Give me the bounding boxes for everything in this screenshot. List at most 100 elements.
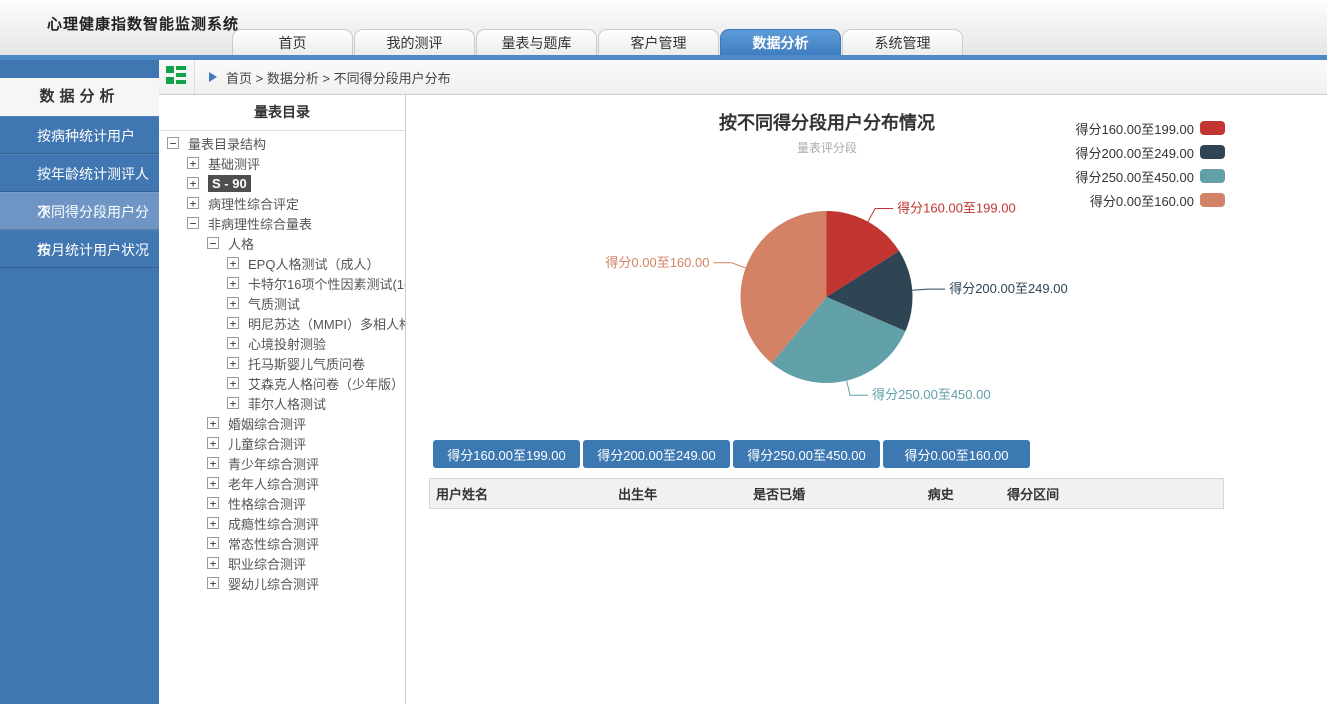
expander-plus-icon[interactable]: + <box>227 397 239 409</box>
nav-tab[interactable]: 首页 <box>232 29 353 55</box>
tree-node[interactable]: + EPQ人格测试（成人） <box>159 253 405 273</box>
legend-item[interactable]: 得分200.00至249.00 <box>1075 140 1225 164</box>
tree-node[interactable]: + 气质测试 <box>159 293 405 313</box>
table-header-row: 用户姓名出生年是否已婚病史得分区间 <box>430 479 1224 509</box>
nav-tab[interactable]: 客户管理 <box>598 29 719 55</box>
tree-node-label: 青少年综合测评 <box>228 454 319 473</box>
nav-tab-label: 首页 <box>279 35 307 51</box>
tree-node[interactable]: − 量表目录结构 <box>159 133 405 153</box>
expander-minus-icon[interactable]: − <box>207 237 219 249</box>
tree-node[interactable]: + 职业综合测评 <box>159 553 405 573</box>
tree-node-label: 卡特尔16项个性因素测试(16PF) <box>248 274 405 293</box>
tree-node[interactable]: + 成瘾性综合测评 <box>159 513 405 533</box>
expander-plus-icon[interactable]: + <box>187 157 199 169</box>
breadcrumb-bar: 首页 > 数据分析 > 不同得分段用户分布 <box>159 60 1327 95</box>
sidebar-item-label: 按月统计用户状况 <box>37 242 149 258</box>
expander-minus-icon[interactable]: − <box>187 217 199 229</box>
sidebar-item[interactable]: 按月统计用户状况 <box>0 230 159 268</box>
breadcrumb[interactable]: 首页 > 数据分析 > 不同得分段用户分布 <box>226 68 451 87</box>
divider <box>194 60 195 94</box>
sidebar-menu: 按病种统计用户按年龄统计测评人次不同得分段用户分布按月统计用户状况 <box>0 116 159 268</box>
tree-node[interactable]: + S - 90 <box>159 173 405 193</box>
tree-node[interactable]: + 卡特尔16项个性因素测试(16PF) <box>159 273 405 293</box>
score-filter-button[interactable]: 得分250.00至450.00 <box>733 440 880 468</box>
expander-plus-icon[interactable]: + <box>227 337 239 349</box>
tree-node[interactable]: − 非病理性综合量表 <box>159 213 405 233</box>
expander-plus-icon[interactable]: + <box>207 457 219 469</box>
expander-plus-icon[interactable]: + <box>207 437 219 449</box>
sidebar-item-label: 按病种统计用户 <box>37 128 135 144</box>
list-view-icon[interactable] <box>166 66 186 89</box>
tree-node[interactable]: + 儿童综合测评 <box>159 433 405 453</box>
app-title: 心理健康指数智能监测系统 <box>47 13 239 34</box>
expander-plus-icon[interactable]: + <box>207 417 219 429</box>
pie-chart-area: 按不同得分段用户分布情况 量表评分段 得分160.00至199.00得分200.… <box>429 95 1225 440</box>
tree-node-label: S - 90 <box>208 175 251 192</box>
tree-node[interactable]: − 人格 <box>159 233 405 253</box>
tree-node[interactable]: + 基础测评 <box>159 153 405 173</box>
legend-item[interactable]: 得分250.00至450.00 <box>1075 164 1225 188</box>
expander-plus-icon[interactable]: + <box>227 277 239 289</box>
tree-node-label: 托马斯婴儿气质问卷 <box>248 354 365 373</box>
expander-plus-icon[interactable]: + <box>187 197 199 209</box>
nav-tab[interactable]: 系统管理 <box>842 29 963 55</box>
tree-node[interactable]: + 性格综合测评 <box>159 493 405 513</box>
expander-plus-icon[interactable]: + <box>187 177 199 189</box>
score-filter-button[interactable]: 得分0.00至160.00 <box>883 440 1030 468</box>
legend-label: 得分250.00至450.00 <box>1075 167 1194 186</box>
sidebar-item[interactable]: 不同得分段用户分布 <box>0 192 159 230</box>
pie-label-line <box>847 381 869 396</box>
nav-tab-label: 系统管理 <box>875 35 931 51</box>
sidebar-spacer <box>0 60 159 78</box>
sidebar-item[interactable]: 按年龄统计测评人次 <box>0 154 159 192</box>
score-filter-button[interactable]: 得分160.00至199.00 <box>433 440 580 468</box>
tree-node-label: 婚姻综合测评 <box>228 414 306 433</box>
tree-node[interactable]: + 老年人综合测评 <box>159 473 405 493</box>
tree-node[interactable]: + 心境投射测验 <box>159 333 405 353</box>
nav-tab-label: 我的测评 <box>387 35 443 51</box>
nav-tab[interactable]: 数据分析 <box>720 29 841 55</box>
tree-node[interactable]: + 明尼苏达（MMPI）多相人格测试 <box>159 313 405 333</box>
expander-plus-icon[interactable]: + <box>227 357 239 369</box>
legend-item[interactable]: 得分160.00至199.00 <box>1075 116 1225 140</box>
expander-plus-icon[interactable]: + <box>227 317 239 329</box>
user-table: 用户姓名出生年是否已婚病史得分区间 <box>429 478 1224 509</box>
tree-node[interactable]: + 菲尔人格测试 <box>159 393 405 413</box>
tree-node[interactable]: + 婚姻综合测评 <box>159 413 405 433</box>
tree-node-label: 老年人综合测评 <box>228 474 319 493</box>
legend-swatch <box>1200 193 1225 207</box>
expander-plus-icon[interactable]: + <box>207 477 219 489</box>
nav-tab-label: 客户管理 <box>631 35 687 51</box>
sidebar-item[interactable]: 按病种统计用户 <box>0 116 159 154</box>
tree-node[interactable]: + 青少年综合测评 <box>159 453 405 473</box>
nav-tab[interactable]: 量表与题库 <box>476 29 597 55</box>
pie-slice-label: 得分200.00至249.00 <box>949 281 1068 296</box>
nav-tab[interactable]: 我的测评 <box>354 29 475 55</box>
tree-node-label: 明尼苏达（MMPI）多相人格测试 <box>248 314 405 333</box>
score-filter-button[interactable]: 得分200.00至249.00 <box>583 440 730 468</box>
tree-node[interactable]: + 婴幼儿综合测评 <box>159 573 405 593</box>
expander-plus-icon[interactable]: + <box>227 297 239 309</box>
expander-plus-icon[interactable]: + <box>227 257 239 269</box>
main-content: 按不同得分段用户分布情况 量表评分段 得分160.00至199.00得分200.… <box>406 95 1327 704</box>
expander-plus-icon[interactable]: + <box>207 557 219 569</box>
expander-plus-icon[interactable]: + <box>227 377 239 389</box>
expander-plus-icon[interactable]: + <box>207 497 219 509</box>
chart-legend: 得分160.00至199.00 得分200.00至249.00 得分250.00… <box>1075 116 1225 212</box>
nav-tab-label: 量表与题库 <box>502 35 572 51</box>
expander-plus-icon[interactable]: + <box>207 537 219 549</box>
legend-item[interactable]: 得分0.00至160.00 <box>1075 188 1225 212</box>
nav-accent-strip <box>0 55 1327 60</box>
tree-node[interactable]: + 病理性综合评定 <box>159 193 405 213</box>
expander-minus-icon[interactable]: − <box>167 137 179 149</box>
pie-slice-label: 得分0.00至160.00 <box>605 255 709 270</box>
tree-node[interactable]: + 艾森克人格问卷（少年版）陈仲 <box>159 373 405 393</box>
tree-node-label: 婴幼儿综合测评 <box>228 574 319 593</box>
tree-node-label: 心境投射测验 <box>248 334 326 353</box>
pie-label-line <box>868 208 893 221</box>
sidebar: 数据分析 按病种统计用户按年龄统计测评人次不同得分段用户分布按月统计用户状况 <box>0 60 159 704</box>
expander-plus-icon[interactable]: + <box>207 577 219 589</box>
tree-node[interactable]: + 托马斯婴儿气质问卷 <box>159 353 405 373</box>
tree-node[interactable]: + 常态性综合测评 <box>159 533 405 553</box>
expander-plus-icon[interactable]: + <box>207 517 219 529</box>
